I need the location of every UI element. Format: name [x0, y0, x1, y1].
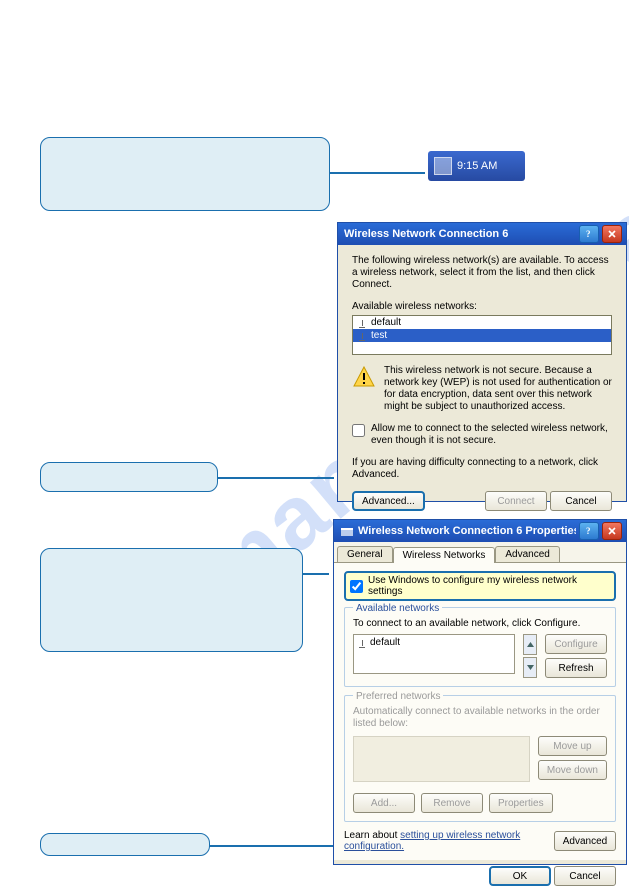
move-down-button[interactable]: Move down — [538, 760, 607, 780]
cancel-button[interactable]: Cancel — [550, 491, 612, 511]
tab-general[interactable]: General — [337, 546, 393, 562]
ok-button[interactable]: OK — [489, 866, 551, 886]
refresh-button[interactable]: Refresh — [545, 658, 607, 678]
advanced-button[interactable]: Advanced — [554, 831, 616, 851]
antenna-icon — [359, 318, 365, 328]
close-button[interactable] — [602, 225, 622, 243]
tab-wireless-networks[interactable]: Wireless Networks — [393, 547, 496, 563]
allow-insecure-checkbox[interactable] — [352, 424, 365, 437]
warning-icon — [352, 365, 376, 389]
use-windows-checkbox[interactable] — [350, 580, 363, 593]
window-title: Wireless Network Connection 6 Properties — [358, 525, 576, 537]
close-button[interactable] — [602, 522, 622, 540]
help-button[interactable]: ? — [579, 522, 599, 540]
available-label: Available wireless networks: — [352, 301, 612, 312]
cancel-button[interactable]: Cancel — [554, 866, 616, 886]
window-title: Wireless Network Connection 6 — [344, 228, 576, 240]
available-list[interactable]: default — [353, 634, 515, 674]
network-tray-icon[interactable] — [434, 157, 452, 175]
scroll-down-button[interactable] — [523, 657, 537, 678]
callout-1 — [40, 137, 330, 211]
scroll-up-button[interactable] — [523, 634, 537, 655]
use-windows-label: Use Windows to configure my wireless net… — [368, 575, 610, 597]
tab-advanced[interactable]: Advanced — [495, 546, 559, 562]
system-tray: 9:15 AM — [428, 151, 525, 181]
window-icon — [340, 524, 354, 538]
callout-3 — [40, 548, 303, 652]
scroll-spinner — [523, 634, 537, 678]
move-up-button[interactable]: Move up — [538, 736, 607, 756]
clock: 9:15 AM — [457, 160, 497, 172]
available-networks-list[interactable]: default test — [352, 315, 612, 355]
wireless-connection-dialog: Wireless Network Connection 6 ? The foll… — [337, 222, 627, 502]
properties-button[interactable]: Properties — [489, 793, 553, 813]
callout-2 — [40, 462, 218, 492]
available-hint: To connect to an available network, clic… — [353, 618, 607, 630]
advanced-button[interactable]: Advanced... — [352, 491, 425, 511]
titlebar: Wireless Network Connection 6 Properties… — [334, 520, 626, 542]
list-item: default — [353, 316, 611, 329]
use-windows-checkbox-row: Use Windows to configure my wireless net… — [344, 571, 616, 601]
svg-text:?: ? — [586, 229, 591, 239]
preferred-networks-group: Preferred networks Automatically connect… — [344, 695, 616, 822]
trouble-text: If you are having difficulty connecting … — [352, 457, 612, 481]
antenna-icon — [359, 638, 365, 648]
callout-4 — [40, 833, 210, 856]
preferred-hint: Automatically connect to available netwo… — [353, 706, 607, 730]
svg-text:?: ? — [586, 526, 591, 536]
intro-text: The following wireless network(s) are av… — [352, 255, 612, 291]
connect-button[interactable]: Connect — [485, 491, 547, 511]
remove-button[interactable]: Remove — [421, 793, 483, 813]
wireless-properties-dialog: Wireless Network Connection 6 Properties… — [333, 519, 627, 865]
titlebar: Wireless Network Connection 6 ? — [338, 223, 626, 245]
group-title: Available networks — [353, 603, 442, 614]
configure-button[interactable]: Configure — [545, 634, 607, 654]
allow-insecure-label: Allow me to connect to the selected wire… — [371, 423, 612, 447]
preferred-list[interactable] — [353, 736, 530, 782]
antenna-icon — [359, 331, 365, 341]
group-title: Preferred networks — [353, 691, 443, 702]
available-networks-group: Available networks To connect to an avai… — [344, 607, 616, 687]
tab-bar: General Wireless Networks Advanced — [334, 542, 626, 563]
warning-text: This wireless network is not secure. Bec… — [384, 365, 612, 413]
learn-text: Learn about setting up wireless network … — [344, 830, 554, 852]
list-item: test — [353, 329, 611, 342]
help-button[interactable]: ? — [579, 225, 599, 243]
add-button[interactable]: Add... — [353, 793, 415, 813]
